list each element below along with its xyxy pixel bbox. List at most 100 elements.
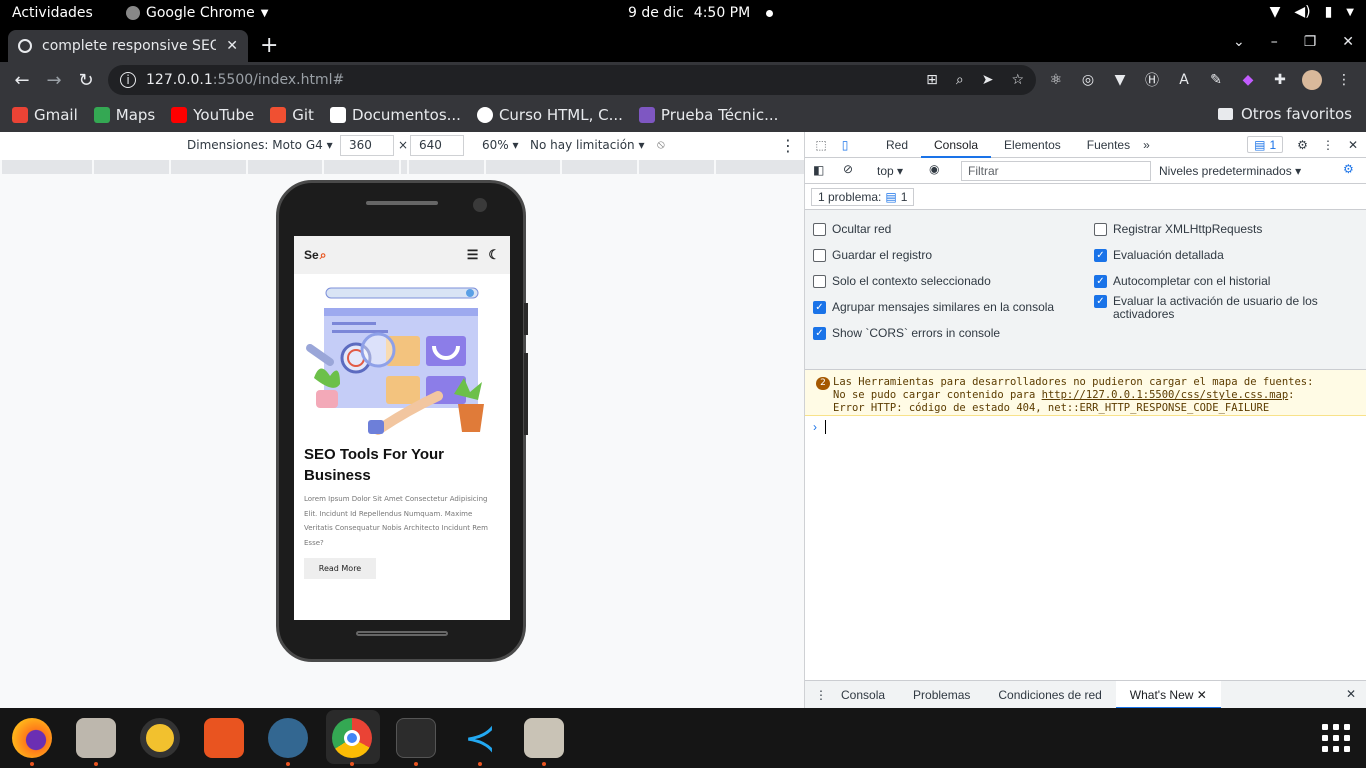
chrome-menu-icon[interactable]: ⋮ [1334, 70, 1354, 90]
drawer-tab-problemas[interactable]: Problemas [899, 681, 984, 709]
drawer-tab-condiciones-red[interactable]: Condiciones de red [984, 681, 1115, 709]
bookmark-prueba-tecnica[interactable]: Prueba Técnic... [638, 106, 778, 124]
bookmark-git[interactable]: Git [270, 106, 314, 124]
bookmark-maps[interactable]: Maps [93, 106, 155, 124]
console-settings-gear-icon[interactable]: ⚙ [1343, 162, 1354, 176]
address-bar[interactable]: i 127.0.0.1:5500/index.html# ⊞ ⌕ ➤ ☆ [108, 65, 1036, 95]
forward-button[interactable]: → [38, 70, 70, 91]
archive-manager-icon[interactable] [524, 718, 564, 758]
setting-autocompletar[interactable]: ✓ Autocompletar con el historial [1094, 275, 1270, 288]
issues-button[interactable]: 1 problema: ▤ 1 [811, 187, 915, 206]
checkbox[interactable] [813, 223, 826, 236]
log-levels-select[interactable]: Niveles predeterminados ▾ [1159, 164, 1301, 178]
color-picker-icon[interactable]: ✎ [1206, 70, 1226, 90]
system-tray[interactable]: ▼ ◀) ▮ ▼ [1270, 4, 1354, 20]
console-filter-input[interactable]: Filtrar [961, 161, 1151, 181]
devtools-menu-icon[interactable]: ⋮ [1322, 138, 1334, 152]
checkbox[interactable]: ✓ [813, 301, 826, 314]
more-tabs-icon[interactable]: » [1143, 138, 1150, 152]
extension-target-icon[interactable]: ◎ [1078, 70, 1098, 90]
inspect-element-icon[interactable]: ⬚ [809, 138, 833, 152]
tab-search-icon[interactable]: ⌄ [1233, 34, 1245, 50]
setting-cors-errors[interactable]: ✓ Show `CORS` errors in console [813, 327, 1000, 340]
bookmark-star-icon[interactable]: ☆ [1011, 72, 1024, 88]
rhythmbox-icon[interactable] [140, 718, 180, 758]
activities-button[interactable]: Actividades [12, 5, 93, 21]
app-menu[interactable]: Google Chrome ▼ [126, 5, 268, 21]
bookmark-documentos[interactable]: Documentos... [329, 106, 461, 124]
checkbox[interactable] [1094, 223, 1107, 236]
profile-avatar[interactable] [1302, 70, 1322, 90]
device-toolbar-icon[interactable]: ▯ [833, 138, 857, 152]
postgresql-icon[interactable] [268, 718, 308, 758]
back-button[interactable]: ← [6, 70, 38, 91]
checkbox[interactable] [813, 249, 826, 262]
zoom-select[interactable]: 60% ▾ [482, 138, 519, 152]
setting-agrupar-mensajes[interactable]: ✓ Agrupar mensajes similares en la consol… [813, 301, 1054, 314]
checkbox[interactable] [813, 275, 826, 288]
close-window-button[interactable]: ✕ [1342, 34, 1354, 50]
drawer-menu-icon[interactable]: ⋮ [805, 688, 837, 702]
show-applications-icon[interactable] [1322, 724, 1350, 752]
vscode-icon[interactable]: ≺ [460, 718, 500, 758]
context-select[interactable]: top ▾ [877, 164, 903, 178]
sidebar-toggle-icon[interactable]: ◧ [813, 163, 824, 177]
close-tab-icon[interactable]: ✕ [1197, 688, 1207, 702]
software-center-icon[interactable] [204, 718, 244, 758]
files-icon[interactable] [76, 718, 116, 758]
site-logo[interactable]: Se ⌕ [304, 248, 326, 263]
close-drawer-icon[interactable]: ✕ [1346, 687, 1356, 701]
terminal-icon[interactable] [396, 718, 436, 758]
rotate-icon[interactable]: ⦸ [657, 137, 665, 152]
translate-icon[interactable]: ⊞ [926, 72, 938, 88]
clock[interactable]: 9 de dic 4:50 PM [628, 5, 774, 21]
drawer-tab-whats-new[interactable]: What's New ✕ [1115, 680, 1221, 709]
checkbox[interactable]: ✓ [1094, 295, 1107, 308]
close-devtools-icon[interactable]: ✕ [1348, 138, 1358, 152]
moon-icon[interactable]: ☾ [488, 247, 500, 263]
firefox-icon[interactable] [12, 718, 52, 758]
live-expression-eye-icon[interactable]: ◉ [929, 162, 939, 176]
issues-badge[interactable]: ▤ 1 [1247, 136, 1284, 153]
checkbox[interactable]: ✓ [1094, 249, 1107, 262]
setting-evaluar-activacion[interactable]: ✓ Evaluar la activación de usuario de los… [1094, 295, 1334, 321]
device-select[interactable]: Dimensiones: Moto G4 ▾ [187, 138, 333, 152]
setting-ocultar-red[interactable]: Ocultar red [813, 223, 891, 236]
height-input[interactable]: 640 [410, 135, 464, 156]
setting-xmlhttprequests[interactable]: Registrar XMLHttpRequests [1094, 223, 1262, 236]
url-text[interactable]: 127.0.0.1:5500/index.html# [146, 72, 344, 88]
new-tab-button[interactable]: + [260, 33, 278, 58]
extension-a-icon[interactable]: A [1174, 70, 1194, 90]
width-input[interactable]: 360 [340, 135, 394, 156]
checkbox[interactable]: ✓ [813, 327, 826, 340]
vue-devtools-icon[interactable]: ▼ [1110, 70, 1130, 90]
source-map-link[interactable]: http://127.0.0.1:5500/css/style.css.map [1042, 389, 1289, 401]
tab-elementos[interactable]: Elementos [991, 132, 1074, 158]
more-options-icon[interactable]: ⋮ [780, 136, 796, 155]
extension-purple-icon[interactable]: ◆ [1238, 70, 1258, 90]
tab-red[interactable]: Red [873, 132, 921, 158]
clear-console-icon[interactable]: ⊘ [843, 162, 853, 176]
bookmark-gmail[interactable]: Gmail [12, 106, 78, 124]
bookmark-curso-html[interactable]: Curso HTML, C... [476, 106, 623, 124]
extension-h-icon[interactable]: Ⓗ [1142, 70, 1162, 90]
extensions-puzzle-icon[interactable]: ✚ [1270, 70, 1290, 90]
media-query-ruler[interactable] [0, 160, 804, 176]
info-icon[interactable]: i [120, 72, 136, 88]
reload-button[interactable]: ↻ [70, 70, 102, 91]
setting-solo-contexto[interactable]: Solo el contexto seleccionado [813, 275, 991, 288]
setting-guardar-registro[interactable]: Guardar el registro [813, 249, 932, 262]
setting-evaluacion-detallada[interactable]: ✓ Evaluación detallada [1094, 249, 1224, 262]
settings-gear-icon[interactable]: ⚙ [1297, 138, 1308, 152]
zoom-icon[interactable]: ⌕ [956, 72, 964, 88]
tab-fuentes[interactable]: Fuentes [1074, 132, 1143, 158]
react-devtools-icon[interactable]: ⚛ [1046, 70, 1066, 90]
tab-consola[interactable]: Consola [921, 132, 992, 158]
send-icon[interactable]: ➤ [982, 72, 994, 88]
menu-icon[interactable]: ☰ [467, 247, 479, 263]
drawer-tab-consola[interactable]: Consola [837, 681, 899, 709]
bookmark-youtube[interactable]: YouTube [171, 106, 254, 124]
minimize-button[interactable]: – [1271, 34, 1278, 50]
other-bookmarks[interactable]: Otros favoritos [1217, 105, 1352, 123]
close-tab-icon[interactable]: ✕ [226, 38, 238, 54]
